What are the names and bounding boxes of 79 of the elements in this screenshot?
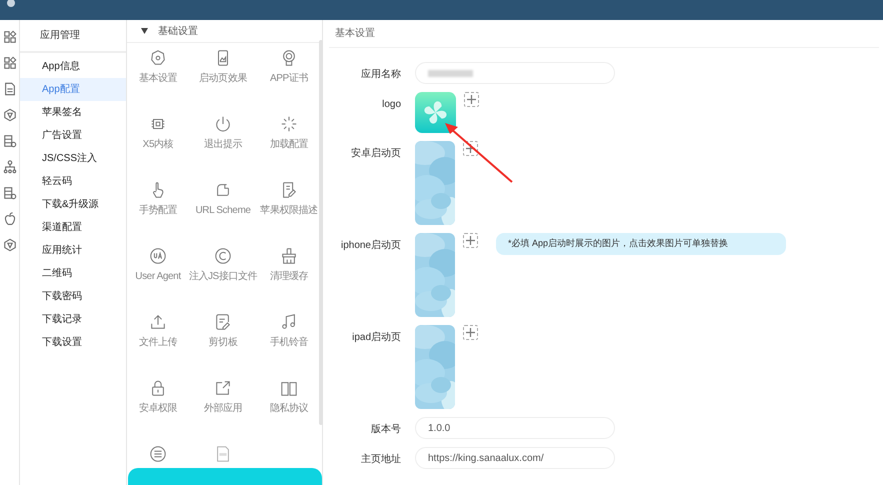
section-title: 基础设置 <box>158 24 198 38</box>
ua-icon[interactable] <box>149 247 167 265</box>
sidebar-item[interactable]: JS/CSS注入 <box>20 147 126 170</box>
sidebar-item[interactable]: 下载&升级源 <box>20 193 126 216</box>
grid-icon[interactable] <box>2 30 16 44</box>
feature-label[interactable]: User Agent <box>135 271 181 283</box>
feature-label[interactable]: APP证书 <box>270 73 308 85</box>
book-icon[interactable] <box>280 379 298 397</box>
feature-label[interactable]: 清理缓存 <box>270 271 308 283</box>
caret-icon[interactable] <box>141 28 148 34</box>
clipboard-icon[interactable] <box>214 313 232 331</box>
input-field[interactable]: https://king.sanaalux.com/ <box>415 447 615 469</box>
feature-label[interactable]: 外部应用 <box>204 403 242 415</box>
feature-label[interactable]: 启动页效果 <box>198 73 247 85</box>
hierarchy-icon[interactable] <box>2 160 16 174</box>
feature-label[interactable]: 基本设置 <box>138 73 178 85</box>
hexagon-icon[interactable] <box>2 108 16 122</box>
add-button[interactable] <box>464 92 479 107</box>
external-link-icon[interactable] <box>214 379 232 397</box>
add-button[interactable] <box>463 233 478 248</box>
feature-label[interactable]: 加载配置 <box>270 139 308 151</box>
feature-label[interactable]: 注入JS接口文件 <box>188 271 258 283</box>
arrow <box>442 120 514 184</box>
apk-file-icon[interactable] <box>214 445 232 463</box>
input-field[interactable]: 1.0.0 <box>415 417 615 439</box>
sidebar-item[interactable]: 广告设置 <box>20 124 126 147</box>
apple-icon[interactable] <box>2 212 16 226</box>
form-title: 基本设置 <box>329 20 879 48</box>
sidebar-item[interactable]: App配置 <box>20 78 126 101</box>
broom-icon[interactable] <box>280 247 298 265</box>
feature-label[interactable]: 苹果权限描述 <box>260 205 318 217</box>
sidebar-item[interactable]: App信息 <box>20 55 126 78</box>
badge-icon[interactable] <box>280 49 298 67</box>
power-icon[interactable] <box>214 115 232 133</box>
feature-label[interactable]: 隐私协议 <box>270 403 308 415</box>
grid-icon[interactable] <box>2 56 16 70</box>
feature-label[interactable]: 手势配置 <box>138 205 178 217</box>
gear-icon[interactable] <box>149 49 167 67</box>
message-icon[interactable] <box>149 445 167 463</box>
redacted-value <box>428 70 473 76</box>
add-button[interactable] <box>463 325 478 340</box>
feature-label[interactable]: 剪切板 <box>208 337 238 349</box>
field-label: 版本号 <box>371 422 401 437</box>
sidebar-item[interactable]: 下载密码 <box>20 285 126 308</box>
hint-banner: *必填 App启动时展示的图片，点击效果图片可单独替换 <box>496 233 786 255</box>
field-label: 应用名称 <box>361 68 401 82</box>
sidebar-item[interactable]: 渠道配置 <box>20 216 126 239</box>
app-logo-icon[interactable] <box>415 92 456 133</box>
sidebar-item[interactable]: 二维码 <box>20 262 126 285</box>
sidebar-item[interactable]: 下载记录 <box>20 308 126 331</box>
database-icon[interactable] <box>2 186 16 200</box>
sidebar-item[interactable]: 应用统计 <box>20 239 126 262</box>
sidebar-item[interactable]: 苹果签名 <box>20 101 126 124</box>
lock-icon[interactable] <box>149 379 167 397</box>
music-note-icon[interactable] <box>280 313 298 331</box>
feature-label[interactable]: 手机铃音 <box>270 337 308 349</box>
edit-document-icon[interactable] <box>280 181 298 199</box>
feature-label[interactable]: 安卓权限 <box>138 403 178 415</box>
field-label: ipad启动页 <box>352 330 401 345</box>
document-icon[interactable] <box>2 82 16 96</box>
input-field[interactable] <box>415 62 615 84</box>
loading-icon[interactable] <box>280 115 298 133</box>
database-icon[interactable] <box>2 134 16 148</box>
sidebar-item[interactable]: 轻云码 <box>20 170 126 193</box>
feature-label[interactable]: 退出提示 <box>204 139 242 151</box>
field-label: 安卓启动页 <box>351 146 401 161</box>
hexagon-icon[interactable] <box>2 238 16 252</box>
feature-label[interactable]: URL Scheme <box>195 205 251 217</box>
feature-label[interactable]: X5内核 <box>142 139 174 151</box>
upload-icon[interactable] <box>149 313 167 331</box>
sidebar-item[interactable]: 下载设置 <box>20 331 126 354</box>
feature-label[interactable]: 文件上传 <box>138 337 178 349</box>
field-label: 主页地址 <box>361 452 401 467</box>
field-label: logo <box>382 98 401 112</box>
field-label: iphone启动页 <box>340 238 401 253</box>
add-button[interactable] <box>463 141 478 156</box>
logo-icon <box>6 0 16 8</box>
copyright-icon[interactable] <box>214 247 232 265</box>
sidebar-title: 应用管理 <box>20 20 126 53</box>
